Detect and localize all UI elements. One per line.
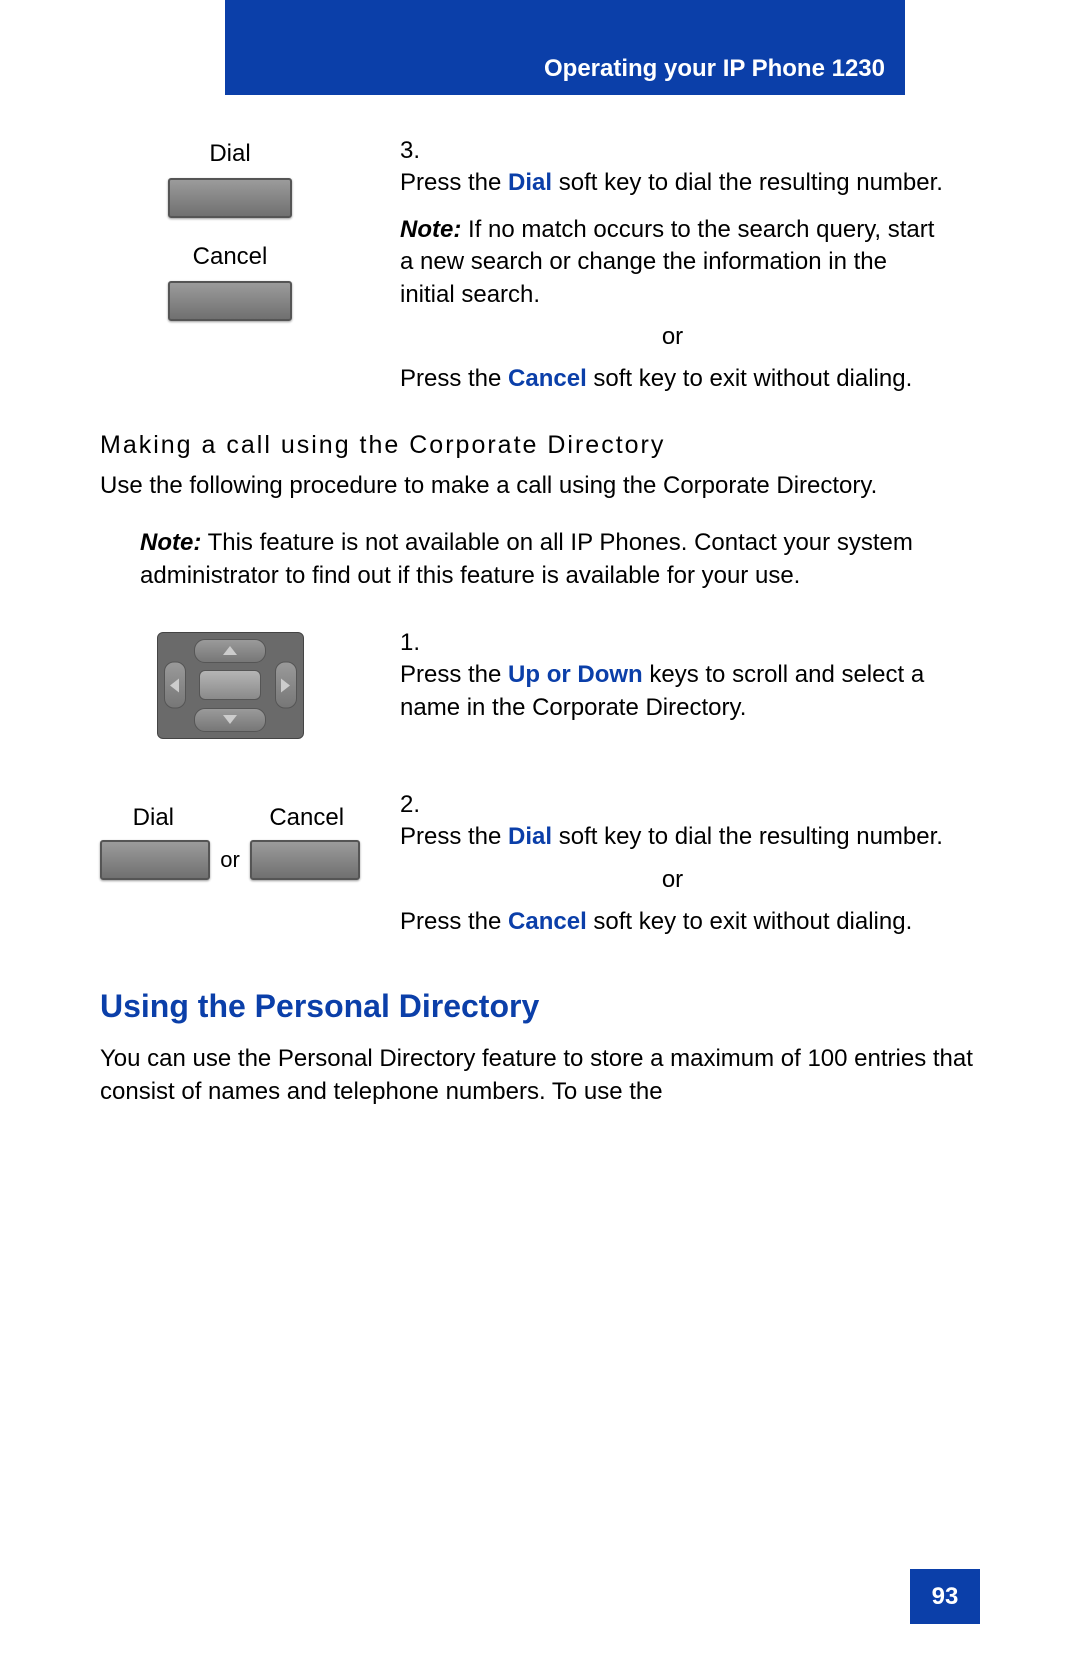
dial-softkey-button-icon bbox=[168, 178, 292, 218]
note-label: Note: bbox=[140, 529, 201, 556]
dial-softkey-button-icon bbox=[100, 840, 210, 880]
corp-step-2-row: Dial Cancel or 2. Press the Dial soft ke… bbox=[100, 789, 980, 939]
nav-up-icon bbox=[194, 639, 266, 663]
corp-step-1-text: 1. Press the Up or Down keys to scroll a… bbox=[400, 627, 980, 739]
cancel-softkey-label: Cancel bbox=[100, 243, 360, 271]
note-text: If no match occurs to the search query, … bbox=[400, 216, 934, 308]
step-body: Press the Dial soft key to dial the resu… bbox=[400, 821, 945, 938]
step-number: 2. bbox=[400, 789, 430, 821]
text-fragment: soft key to dial the resulting number. bbox=[552, 823, 943, 850]
step-body: Press the Up or Down keys to scroll and … bbox=[400, 659, 945, 724]
or-separator: or bbox=[220, 847, 240, 873]
nav-center-icon bbox=[199, 670, 261, 700]
text-fragment: soft key to exit without dialing. bbox=[587, 365, 913, 392]
corporate-directory-note: Note: This feature is not available on a… bbox=[140, 527, 960, 592]
cancel-softkey-button-icon bbox=[168, 281, 292, 321]
corp-step-2-left: Dial Cancel or bbox=[100, 789, 360, 939]
corp-step-2-text: 2. Press the Dial soft key to dial the r… bbox=[400, 789, 980, 939]
step-3-left: Dial Cancel bbox=[100, 135, 360, 396]
dual-button-row-2: or bbox=[100, 840, 360, 880]
navigation-keys-icon bbox=[157, 632, 304, 739]
dual-button-row: Dial Cancel bbox=[100, 804, 360, 832]
step-number: 1. bbox=[400, 627, 430, 659]
dial-softkey-label: Dial bbox=[100, 140, 360, 168]
text-fragment: Press the bbox=[400, 823, 508, 850]
step-3-row: Dial Cancel 3. Press the Dial soft key t… bbox=[100, 135, 980, 396]
dial-keyword: Dial bbox=[508, 823, 552, 850]
step-number: 3. bbox=[400, 135, 430, 167]
step-3-text: 3. Press the Dial soft key to dial the r… bbox=[400, 135, 980, 396]
nav-left-icon bbox=[164, 662, 186, 709]
header-banner: Operating your IP Phone 1230 bbox=[225, 0, 905, 95]
dial-softkey-label: Dial bbox=[100, 804, 207, 832]
personal-directory-heading: Using the Personal Directory bbox=[100, 988, 980, 1025]
cancel-softkey-label: Cancel bbox=[253, 804, 360, 832]
cancel-keyword: Cancel bbox=[508, 365, 587, 392]
page-content: Dial Cancel 3. Press the Dial soft key t… bbox=[100, 135, 980, 1133]
corporate-directory-heading: Making a call using the Corporate Direct… bbox=[100, 431, 980, 460]
dial-keyword: Dial bbox=[508, 169, 552, 196]
or-separator: or bbox=[400, 321, 945, 353]
nav-down-icon bbox=[194, 708, 266, 732]
updown-keyword: Up or Down bbox=[508, 661, 643, 688]
dial-column: Dial bbox=[100, 804, 207, 832]
note-label: Note: bbox=[400, 216, 461, 243]
text-fragment: soft key to exit without dialing. bbox=[587, 908, 913, 935]
page-number-value: 93 bbox=[932, 1583, 959, 1611]
or-separator: or bbox=[400, 864, 945, 896]
text-fragment: Press the bbox=[400, 365, 508, 392]
page-number: 93 bbox=[910, 1569, 980, 1624]
step-body: Press the Dial soft key to dial the resu… bbox=[400, 167, 945, 395]
text-fragment: Press the bbox=[400, 908, 508, 935]
note-text: This feature is not available on all IP … bbox=[140, 529, 913, 588]
header-title: Operating your IP Phone 1230 bbox=[544, 55, 885, 83]
corp-step-1-row: 1. Press the Up or Down keys to scroll a… bbox=[100, 627, 980, 739]
cancel-softkey-button-icon bbox=[250, 840, 360, 880]
text-fragment: Press the bbox=[400, 661, 508, 688]
corporate-directory-intro: Use the following procedure to make a ca… bbox=[100, 470, 980, 502]
text-fragment: Press the bbox=[400, 169, 508, 196]
cancel-column: Cancel bbox=[253, 804, 360, 832]
personal-directory-body: You can use the Personal Directory featu… bbox=[100, 1043, 980, 1108]
nav-right-icon bbox=[275, 662, 297, 709]
cancel-keyword: Cancel bbox=[508, 908, 587, 935]
corp-step-1-left bbox=[100, 627, 360, 739]
text-fragment: soft key to dial the resulting number. bbox=[552, 169, 943, 196]
